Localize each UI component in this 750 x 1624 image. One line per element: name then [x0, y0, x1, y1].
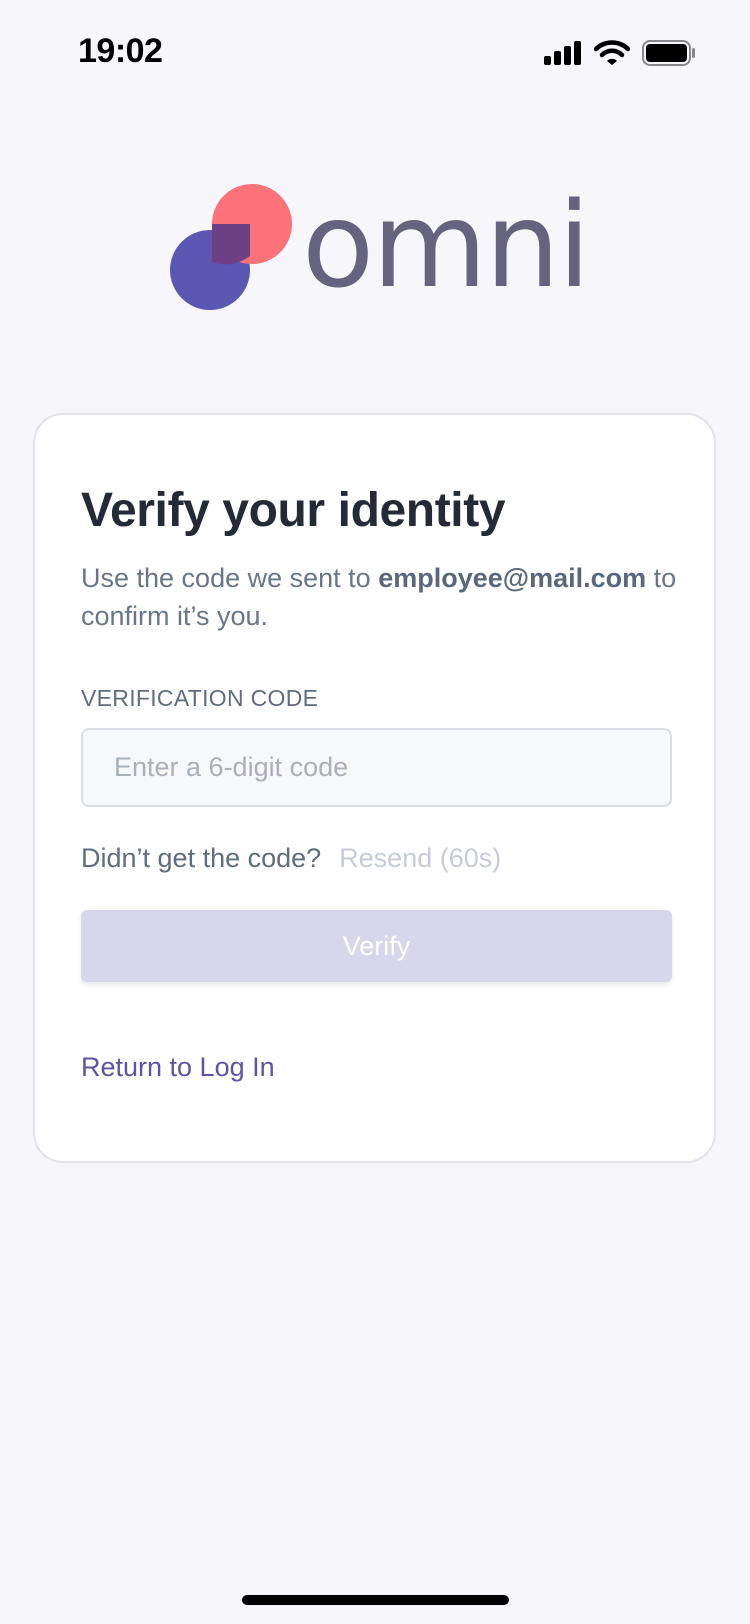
verification-code-label: VERIFICATION CODE	[81, 685, 319, 711]
page-title: Verify your identity	[81, 484, 506, 537]
email-address: employee@mail.com	[378, 563, 647, 593]
verification-code-input[interactable]	[81, 728, 672, 807]
omni-logo-mark: omni	[170, 176, 591, 314]
omni-logo: omni	[170, 176, 591, 314]
home-indicator[interactable]	[242, 1595, 509, 1605]
instructions-prefix: Use the code we sent to	[81, 563, 371, 593]
wifi-icon	[594, 40, 630, 65]
resend-link[interactable]: Resend (60s)	[339, 843, 501, 874]
resend-row: Didn’t get the code? Resend (60s)	[81, 843, 501, 874]
status-bar: 19:02	[0, 0, 750, 110]
verify-card: Verify your identity Use the code we sen…	[33, 413, 716, 1163]
resend-prompt: Didn’t get the code?	[81, 843, 322, 873]
battery-icon	[642, 40, 695, 66]
verify-button[interactable]: Verify	[81, 910, 672, 982]
return-to-login-link[interactable]: Return to Log In	[81, 1052, 275, 1083]
status-icons	[544, 40, 696, 66]
cellular-signal-icon	[544, 41, 581, 65]
logo-wordmark: omni	[302, 182, 589, 312]
status-time: 19:02	[78, 32, 163, 70]
instructions-text: Use the code we sent to employee@mail.co…	[81, 559, 681, 635]
